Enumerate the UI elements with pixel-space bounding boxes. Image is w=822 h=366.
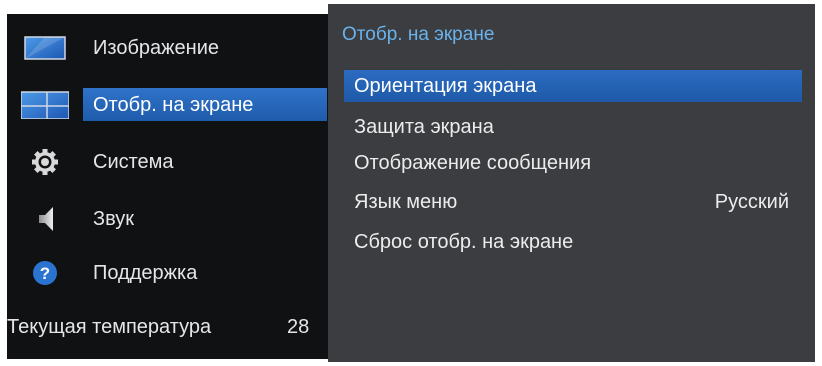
submenu-item-label: Отображение сообщения xyxy=(354,152,592,174)
help-icon: ? xyxy=(21,259,69,287)
osd-screen: Изображение Отобр. на экране Система Зву… xyxy=(0,0,822,366)
menu-item-picture[interactable]: Изображение xyxy=(7,28,329,68)
submenu-item-label: Ориентация экрана xyxy=(354,75,537,97)
current-temperature-value: 28 xyxy=(287,316,310,338)
gear-icon xyxy=(21,148,69,176)
menu-item-label: Отобр. на экране xyxy=(93,94,254,116)
speaker-icon xyxy=(21,205,69,233)
submenu-item-message-display[interactable]: Отображение сообщения xyxy=(344,147,802,179)
menu-item-label: Изображение xyxy=(93,37,219,59)
submenu-item-label: Защита экрана xyxy=(354,116,494,138)
menu-item-support[interactable]: ? Поддержка xyxy=(7,253,329,293)
main-menu-panel: Изображение Отобр. на экране Система Зву… xyxy=(7,14,331,359)
current-temperature-row: Текущая температура 28 xyxy=(7,307,331,347)
current-temperature-label: Текущая температура xyxy=(7,316,212,338)
picture-icon xyxy=(21,34,69,62)
svg-text:?: ? xyxy=(40,264,50,283)
menu-item-label: Поддержка xyxy=(93,262,198,284)
submenu-item-screen-protection[interactable]: Защита экрана xyxy=(344,111,802,143)
submenu-item-reset-onscreen-display[interactable]: Сброс отобр. на экране xyxy=(344,226,802,258)
submenu-panel: Отобр. на экране Ориентация экрана Защит… xyxy=(328,4,815,362)
menu-item-sound[interactable]: Звук xyxy=(7,199,329,239)
menu-item-onscreen-display[interactable]: Отобр. на экране xyxy=(7,85,329,125)
menu-item-label: Звук xyxy=(93,208,135,230)
submenu-item-screen-orientation[interactable]: Ориентация экрана xyxy=(344,70,802,102)
menu-language-value: Русский xyxy=(714,191,789,213)
submenu-item-menu-language[interactable]: Язык меню Русский xyxy=(344,186,802,218)
submenu-item-label: Язык меню xyxy=(354,191,458,213)
onscreen-display-icon xyxy=(20,91,70,120)
submenu-title: Отобр. на экране xyxy=(342,24,495,45)
menu-item-system[interactable]: Система xyxy=(7,142,329,182)
menu-item-label: Система xyxy=(93,151,174,173)
submenu-item-label: Сброс отобр. на экране xyxy=(354,231,574,253)
